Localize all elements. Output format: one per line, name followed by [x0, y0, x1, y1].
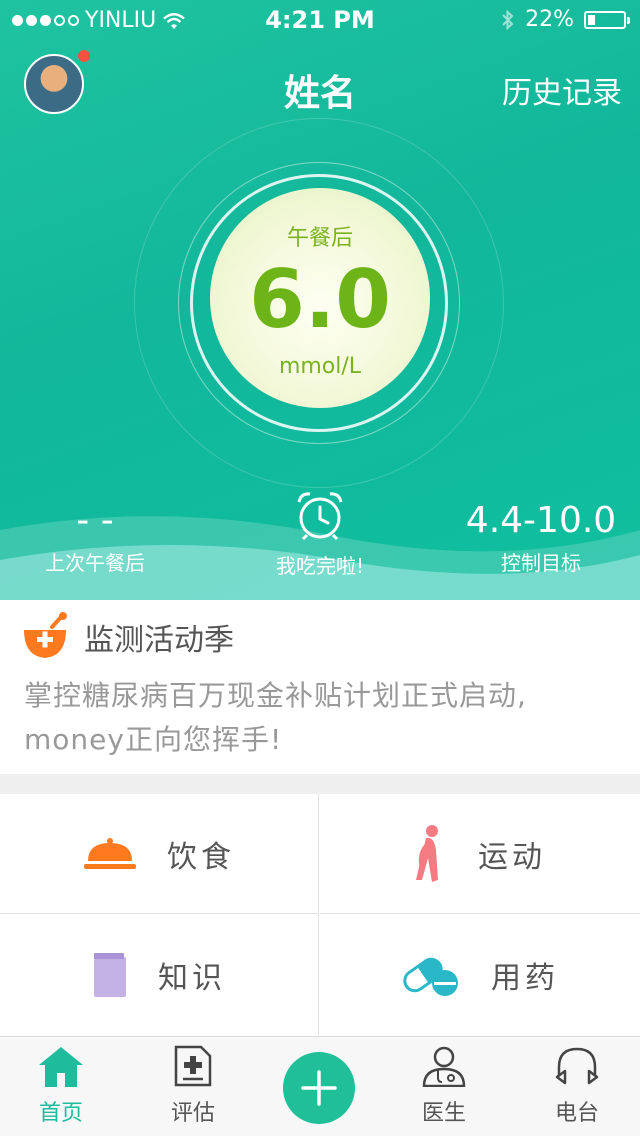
meal-done-button[interactable]: 我吃完啦!	[260, 490, 380, 579]
medical-report-icon	[174, 1045, 212, 1087]
tab-home[interactable]: 首页	[6, 1045, 116, 1127]
doctor-icon	[422, 1046, 466, 1088]
plus-icon	[301, 1070, 337, 1106]
mortar-pestle-icon	[24, 612, 67, 658]
activity-notice[interactable]: 监测活动季 掌控糖尿病百万现金补贴计划正式启动, money正向您挥手!	[0, 600, 640, 774]
home-icon	[39, 1047, 83, 1087]
alarm-clock-icon	[297, 492, 343, 541]
hero-panel: YINLIU 4:21 PM 22% 姓名 历史记录 午餐后 6.0 mmol/…	[0, 0, 640, 600]
headphones-icon	[555, 1047, 599, 1085]
notice-title: 监测活动季	[84, 623, 234, 658]
reading-value: 6.0	[249, 253, 391, 346]
diet-button[interactable]: 饮食	[0, 794, 319, 914]
medicine-button[interactable]: 用药	[320, 915, 640, 1035]
tab-radio-label: 电台	[554, 1101, 599, 1126]
tab-assess[interactable]: 评估	[138, 1045, 248, 1127]
battery-icon	[584, 10, 630, 29]
last-reading: - - 上次午餐后	[30, 500, 160, 576]
status-right: 22%	[501, 7, 630, 32]
control-target-value: 4.4-10.0	[465, 500, 617, 541]
sport-button[interactable]: 运动	[320, 794, 640, 914]
sport-label: 运动	[478, 839, 546, 875]
tab-assess-label: 评估	[170, 1101, 215, 1126]
notice-header: 监测活动季	[22, 612, 234, 662]
status-bar: YINLIU 4:21 PM 22%	[0, 0, 640, 40]
tab-radio[interactable]: 电台	[522, 1045, 632, 1127]
book-icon	[94, 953, 126, 997]
reading-disc[interactable]: 午餐后 6.0 mmol/L	[210, 188, 430, 408]
meal-done-label: 我吃完啦!	[275, 554, 365, 578]
battery-percent: 22%	[525, 7, 574, 32]
feature-grid: 饮食 运动 知识 用药	[0, 794, 640, 1036]
knowledge-button[interactable]: 知识	[0, 915, 319, 1035]
medicine-label: 用药	[491, 961, 559, 996]
tab-home-label: 首页	[38, 1101, 83, 1126]
stretching-icon	[416, 824, 438, 882]
reading-label: 午餐后	[286, 226, 353, 251]
control-target-label: 控制目标	[501, 551, 581, 575]
tab-doctor-label: 医生	[421, 1101, 466, 1126]
tab-doctor[interactable]: 医生	[389, 1045, 499, 1127]
pills-icon	[403, 957, 458, 996]
bluetooth-icon	[502, 9, 514, 30]
food-cover-icon	[84, 837, 136, 869]
notice-body: 掌控糖尿病百万现金补贴计划正式启动, money正向您挥手!	[24, 679, 527, 756]
reading-unit: mmol/L	[278, 354, 362, 379]
last-reading-label: 上次午餐后	[45, 551, 145, 575]
diet-label: 饮食	[167, 839, 235, 875]
knowledge-label: 知识	[158, 961, 226, 996]
last-reading-value: - -	[76, 500, 114, 541]
control-target: 4.4-10.0 控制目标	[456, 500, 626, 576]
notification-badge	[78, 50, 90, 62]
history-link[interactable]: 历史记录	[502, 68, 622, 112]
add-record-button[interactable]	[283, 1052, 355, 1124]
